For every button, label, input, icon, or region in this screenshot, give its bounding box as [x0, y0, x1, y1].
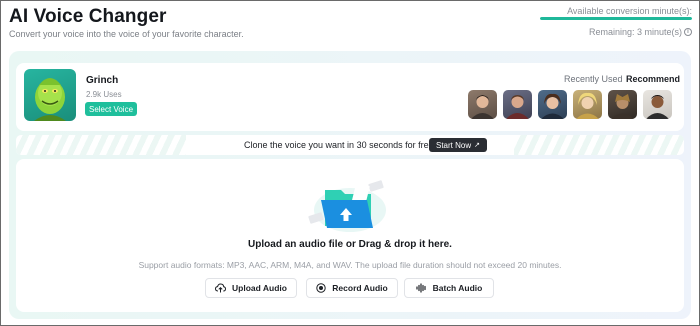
upload-folder-illustration: [307, 176, 393, 239]
character-uses: 2.9k Uses: [86, 90, 122, 99]
supported-formats-text: Support audio formats: MP3, AAC, ARM, M4…: [138, 260, 562, 270]
person-portrait-icon: [471, 95, 494, 119]
grinch-portrait-icon: [34, 78, 66, 121]
upload-audio-button[interactable]: Upload Audio: [205, 278, 297, 298]
voice-card: Grinch 2.9k Uses Select Voice Recently U…: [16, 63, 684, 131]
upload-dropzone[interactable]: Upload an audio file or Drag & drop it h…: [16, 159, 684, 312]
voice-thumb-1[interactable]: [468, 90, 497, 119]
character-name: Grinch: [86, 75, 119, 86]
start-now-label: Start Now: [436, 140, 472, 150]
quota-progress-fill: [540, 17, 692, 20]
voice-thumb-5[interactable]: [608, 90, 637, 119]
quota-progress-bar: [540, 17, 692, 20]
person-portrait-icon: [576, 92, 599, 119]
waveform-icon: [416, 283, 427, 293]
batch-audio-label: Batch Audio: [432, 283, 483, 293]
tab-recently-used[interactable]: Recently Used: [564, 74, 623, 84]
start-now-button[interactable]: Start Now ↗: [429, 138, 487, 152]
voice-thumb-2[interactable]: [503, 90, 532, 119]
record-audio-label: Record Audio: [332, 283, 388, 293]
sparkle-icon: ↗: [474, 142, 480, 149]
remaining-minutes: Remaining: 3 minute(s) i: [589, 27, 692, 37]
upload-title: Upload an audio file or Drag & drop it h…: [248, 239, 452, 250]
clone-voice-text: Clone the voice you want in 30 seconds f…: [244, 140, 437, 150]
remaining-text: Remaining: 3 minute(s): [588, 27, 682, 37]
cloud-upload-icon: [215, 283, 227, 293]
character-avatar[interactable]: [24, 69, 76, 121]
batch-audio-button[interactable]: Batch Audio: [404, 278, 494, 298]
banner-decoration-right: [514, 135, 684, 155]
voice-thumb-6[interactable]: [643, 90, 672, 119]
page-title: AI Voice Changer: [9, 6, 167, 27]
folder-upload-icon: [308, 180, 386, 232]
record-icon: [316, 283, 326, 293]
clone-voice-banner: Clone the voice you want in 30 seconds f…: [16, 135, 684, 155]
person-portrait-icon: [541, 93, 564, 119]
tab-recommend[interactable]: Recommend: [626, 74, 680, 84]
info-icon[interactable]: i: [684, 28, 692, 36]
quota-label: Available conversion minute(s):: [567, 6, 692, 16]
person-portrait-icon: [646, 95, 669, 119]
page-subtitle: Convert your voice into the voice of you…: [9, 29, 244, 39]
voice-thumb-3[interactable]: [538, 90, 567, 119]
record-audio-button[interactable]: Record Audio: [306, 278, 398, 298]
banner-decoration-left: [16, 135, 186, 155]
upload-audio-label: Upload Audio: [232, 283, 287, 293]
person-portrait-icon: [611, 94, 634, 119]
person-portrait-icon: [506, 95, 529, 119]
voice-thumb-4[interactable]: [573, 90, 602, 119]
select-voice-button[interactable]: Select Voice: [85, 102, 137, 116]
